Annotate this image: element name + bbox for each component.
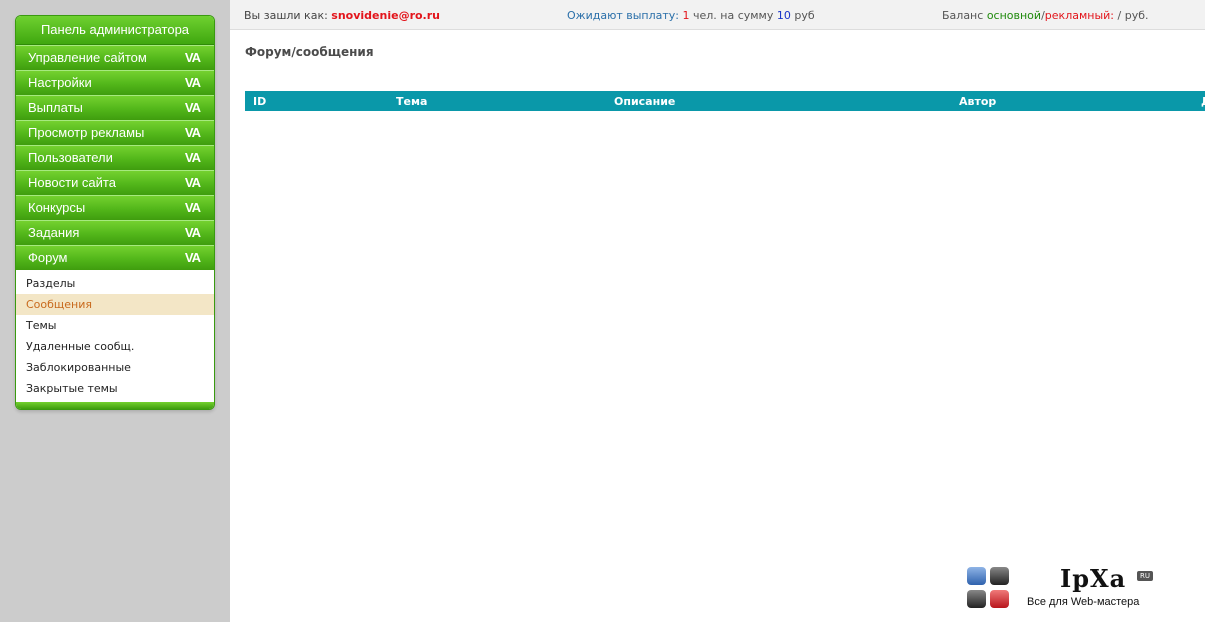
submenu-item-topics[interactable]: Темы <box>16 315 214 336</box>
panel-title: Панель администратора <box>16 16 214 45</box>
wait-count: 1 <box>682 9 690 22</box>
logo-badge: RU <box>1137 571 1153 581</box>
submenu-item-closed-topics[interactable]: Закрытые темы <box>16 378 214 399</box>
chevron-toggle-icon: VA <box>184 200 201 215</box>
menu-item-site-management[interactable]: Управление сайтом VA <box>16 45 214 70</box>
menu-item-site-news[interactable]: Новости сайта VA <box>16 170 214 195</box>
logo-square-dark-icon <box>990 567 1009 585</box>
admin-panel: Панель администратора Управление сайтом … <box>15 15 215 410</box>
top-bar: Вы зашли как: snovidenie@ro.ru Ожидают в… <box>230 0 1205 30</box>
chevron-toggle-icon: VA <box>184 225 201 240</box>
login-prefix: Вы зашли как: <box>244 9 328 22</box>
login-user-link[interactable]: snovidenie@ro.ru <box>331 9 440 22</box>
menu-item-users[interactable]: Пользователи VA <box>16 145 214 170</box>
balance-colon: : <box>1110 9 1115 22</box>
column-header-date[interactable]: Д <box>1201 95 1205 108</box>
submenu-item-messages[interactable]: Сообщения <box>16 294 214 315</box>
menu-item-label: Форум <box>28 250 68 265</box>
menu-item-contests[interactable]: Конкурсы VA <box>16 195 214 220</box>
chevron-toggle-icon: VA <box>184 75 201 90</box>
login-info: Вы зашли как: snovidenie@ro.ru <box>244 9 440 22</box>
balance-info: Баланс основной/рекламный: / руб. <box>942 9 1149 22</box>
submenu-item-sections[interactable]: Разделы <box>16 273 214 294</box>
menu-item-label: Настройки <box>28 75 92 90</box>
menu-item-label: Просмотр рекламы <box>28 125 145 140</box>
pending-payouts-info: Ожидают выплату: 1 чел. на сумму 10 руб <box>567 9 815 22</box>
menu-item-ad-views[interactable]: Просмотр рекламы VA <box>16 120 214 145</box>
column-header-description[interactable]: Описание <box>614 95 675 108</box>
chevron-toggle-icon: VA <box>184 50 201 65</box>
wait-sum: 10 <box>776 9 791 22</box>
logo-name: IpXa <box>1060 564 1127 593</box>
balance-ads-label: рекламный <box>1044 9 1111 22</box>
menu-item-settings[interactable]: Настройки VA <box>16 70 214 95</box>
menu-item-forum[interactable]: Форум VA <box>16 245 214 270</box>
menu-item-label: Новости сайта <box>28 175 116 190</box>
menu-item-tasks[interactable]: Задания VA <box>16 220 214 245</box>
column-header-id[interactable]: ID <box>253 95 266 108</box>
forum-submenu: Разделы Сообщения Темы Удаленные сообщ. … <box>16 270 214 402</box>
chevron-toggle-icon: VA <box>184 150 201 165</box>
page-title: Форум/сообщения <box>245 45 374 59</box>
balance-main-label: основной <box>986 9 1042 22</box>
chevron-toggle-icon: VA <box>184 100 201 115</box>
balance-label: Баланс <box>942 9 984 22</box>
menu-item-label: Задания <box>28 225 80 240</box>
menu-item-payouts[interactable]: Выплаты VA <box>16 95 214 120</box>
wait-currency: руб <box>794 9 815 22</box>
submenu-item-deleted-messages[interactable]: Удаленные сообщ. <box>16 336 214 357</box>
logo-tagline: Все для Web-мастера <box>1027 596 1140 608</box>
panel-footer <box>16 402 214 409</box>
submenu-item-blocked[interactable]: Заблокированные <box>16 357 214 378</box>
column-header-topic[interactable]: Тема <box>396 95 427 108</box>
left-column: Панель администратора Управление сайтом … <box>0 0 230 622</box>
logo-square-blue-icon <box>967 567 986 585</box>
ipxa-logo[interactable]: IpXa RU Все для Web-мастера <box>965 564 1165 612</box>
chevron-toggle-icon: VA <box>184 175 201 190</box>
column-header-author[interactable]: Автор <box>959 95 996 108</box>
logo-square-red-icon <box>990 590 1009 608</box>
menu-item-label: Управление сайтом <box>28 50 147 65</box>
chevron-toggle-icon: VA <box>184 125 201 140</box>
wait-mid-text: чел. на сумму <box>692 9 774 22</box>
menu-item-label: Пользователи <box>28 150 113 165</box>
wait-label: Ожидают выплату: <box>567 9 679 22</box>
menu-item-label: Выплаты <box>28 100 83 115</box>
chevron-toggle-icon: VA <box>184 250 201 265</box>
menu-item-label: Конкурсы <box>28 200 86 215</box>
balance-value: / руб. <box>1117 9 1149 22</box>
table-header: ID Тема Описание Автор Д <box>245 91 1205 111</box>
logo-square-dark-icon <box>967 590 986 608</box>
